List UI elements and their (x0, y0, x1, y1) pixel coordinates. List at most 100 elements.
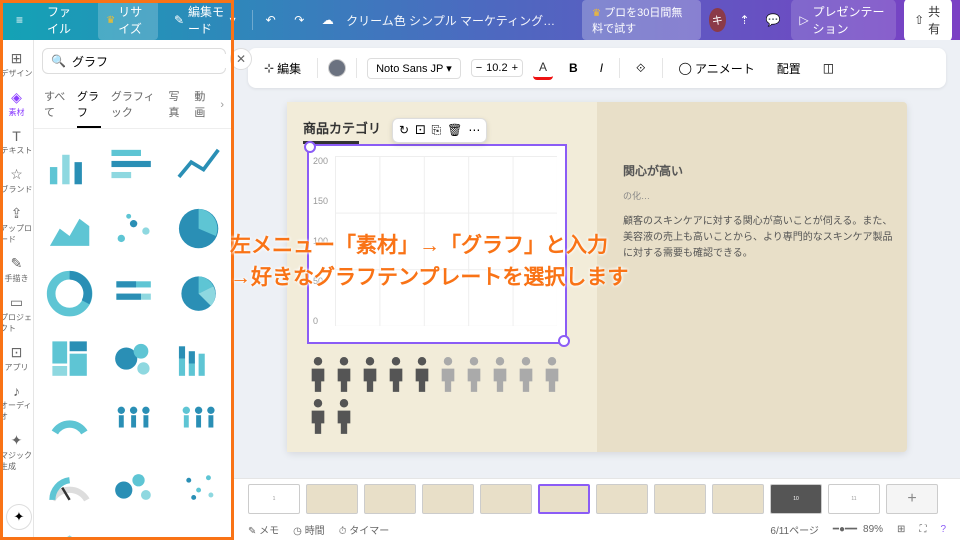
chart-template[interactable] (171, 331, 226, 386)
comment-icon[interactable]: 💬 (763, 6, 784, 34)
chart-template[interactable] (42, 331, 97, 386)
text-color-button[interactable]: A (533, 57, 553, 80)
thumb-8[interactable] (654, 484, 706, 514)
collapse-panel-button[interactable]: ✕ (230, 48, 252, 70)
pictogram-people[interactable] (307, 356, 587, 436)
thumb-4[interactable] (422, 484, 474, 514)
italic-button[interactable]: I (594, 58, 609, 78)
avatar[interactable]: キ (709, 8, 727, 32)
selected-chart[interactable]: 200150100500 (307, 144, 567, 344)
edit-mode-menu[interactable]: ✎編集モード▾ (166, 0, 244, 41)
chart-template[interactable] (171, 396, 226, 451)
font-select[interactable]: Noto Sans JP ▾ (367, 58, 461, 79)
rail-draw[interactable]: ✎手描き (0, 251, 33, 288)
rail-upload[interactable]: ⇪アップロード (0, 201, 33, 249)
fullscreen-icon[interactable]: ⛶ (919, 524, 926, 535)
thumb-7[interactable] (596, 484, 648, 514)
position-button[interactable]: 配置 (771, 57, 807, 80)
search-box[interactable]: 🔍 ⊗ ☰ (42, 48, 226, 74)
thumb-5[interactable] (480, 484, 532, 514)
chevron-right-icon[interactable]: › (220, 99, 224, 111)
chart-template[interactable] (107, 266, 162, 321)
chart-template[interactable] (107, 525, 162, 540)
bold-button[interactable]: B (563, 58, 584, 78)
effects-button[interactable]: ⟐ (630, 58, 651, 79)
chart-template[interactable] (107, 331, 162, 386)
duplicate-icon[interactable]: ⎘ (432, 123, 442, 138)
add-slide-button[interactable]: + (886, 484, 938, 514)
ai-fab-button[interactable]: ✦ (6, 504, 32, 530)
thumb-10[interactable]: 10 (770, 484, 822, 514)
animate-button[interactable]: ◯アニメート (673, 57, 761, 80)
minus-icon[interactable]: − (476, 62, 482, 74)
tab-photo[interactable]: 写真 (168, 82, 184, 128)
rail-projects[interactable]: ▭プロジェクト (0, 290, 33, 338)
more-icon[interactable]: ⋯ (468, 123, 480, 138)
chart-template[interactable] (42, 202, 97, 257)
chart-template[interactable] (42, 137, 97, 192)
thumb-9[interactable] (712, 484, 764, 514)
rail-audio[interactable]: ♪オーディオ (0, 379, 33, 426)
rail-apps[interactable]: ⊡アプリ (0, 340, 33, 377)
chart-template[interactable] (107, 396, 162, 451)
tab-video[interactable]: 動画 (194, 82, 210, 128)
category-tabs: すべて グラフ グラフィック 写真 動画 › (34, 82, 234, 129)
chart-template[interactable] (42, 460, 97, 515)
search-input[interactable] (72, 54, 227, 68)
thumb-6[interactable] (538, 484, 590, 514)
document-title[interactable]: クリーム色 シンプル マーケティング報告書 プレゼンテー… (346, 12, 566, 29)
redo-button[interactable]: ↷ (289, 6, 310, 34)
chart-template[interactable] (107, 202, 162, 257)
slide-text-block[interactable]: 関心が高い の化… 顧客のスキンケアに対する関心が高いことが伺える。また、美容液… (623, 162, 893, 262)
rail-magic[interactable]: ✦マジック生成 (0, 428, 33, 476)
font-size-control[interactable]: −10.2+ (471, 59, 523, 77)
share-button[interactable]: ⇧共有 (904, 0, 952, 42)
thumb-2[interactable] (306, 484, 358, 514)
tab-all[interactable]: すべて (44, 82, 67, 128)
rail-design[interactable]: ⊞デザイン (0, 46, 33, 83)
rail-elements[interactable]: ◈素材 (0, 85, 33, 122)
chart-template[interactable] (171, 460, 226, 515)
slide-canvas[interactable]: 商品カテゴリ ↻ ⚀ ⎘ 🗑 ⋯ 200150100500 (287, 102, 907, 452)
chart-template[interactable] (42, 396, 97, 451)
thumb-11[interactable]: 11 (828, 484, 880, 514)
thumb-3[interactable] (364, 484, 416, 514)
refresh-icon[interactable]: ↻ (399, 123, 409, 138)
analytics-icon[interactable]: ⇡ (734, 6, 755, 34)
rail-brand[interactable]: ☆ブランド (0, 162, 33, 199)
timer-button[interactable]: ⏱ タイマー (339, 522, 390, 537)
chart-template[interactable] (107, 137, 162, 192)
chart-template[interactable] (42, 266, 97, 321)
rail-text[interactable]: Tテキスト (0, 124, 33, 160)
duration-button[interactable]: ◷ 時間 (293, 522, 325, 537)
chart-template[interactable] (171, 202, 226, 257)
chart-template[interactable] (171, 137, 226, 192)
zoom-control[interactable]: ━●━━ 89% (833, 524, 883, 535)
chart-grid (335, 156, 557, 326)
tab-graphic[interactable]: グラフィック (111, 82, 159, 128)
chart-template[interactable] (171, 266, 226, 321)
transparency-button[interactable]: ◫ (817, 58, 840, 78)
plus-icon[interactable]: + (512, 62, 518, 74)
thumb-1[interactable]: 1 (248, 484, 300, 514)
file-menu[interactable]: ファイル (39, 0, 90, 41)
hamburger-menu[interactable]: ≡ (8, 9, 31, 31)
undo-button[interactable]: ↶ (260, 6, 281, 34)
edit-chart-button[interactable]: ⊹編集 (258, 57, 307, 80)
chart-template[interactable] (171, 525, 226, 540)
chart-template[interactable] (42, 525, 97, 540)
color-picker[interactable] (328, 59, 346, 77)
present-button[interactable]: ▷プレゼンテーション (791, 0, 896, 41)
resize-button[interactable]: ♛リサイズ (98, 0, 158, 40)
trial-button[interactable]: ♛ プロを30日間無料で試す (582, 0, 701, 40)
tab-graph[interactable]: グラフ (77, 82, 101, 128)
notes-button[interactable]: ✎ メモ (248, 522, 279, 537)
cloud-sync-icon[interactable]: ☁ (318, 6, 339, 34)
music-icon: ♪ (13, 383, 20, 399)
help-icon[interactable]: ? (940, 524, 946, 535)
zoom-slider[interactable]: ━●━━ (833, 524, 857, 535)
lock-icon[interactable]: ⚀ (415, 123, 425, 138)
grid-view-icon[interactable]: ⊞ (897, 524, 905, 535)
trash-icon[interactable]: 🗑 (447, 123, 462, 138)
chart-template[interactable] (107, 460, 162, 515)
